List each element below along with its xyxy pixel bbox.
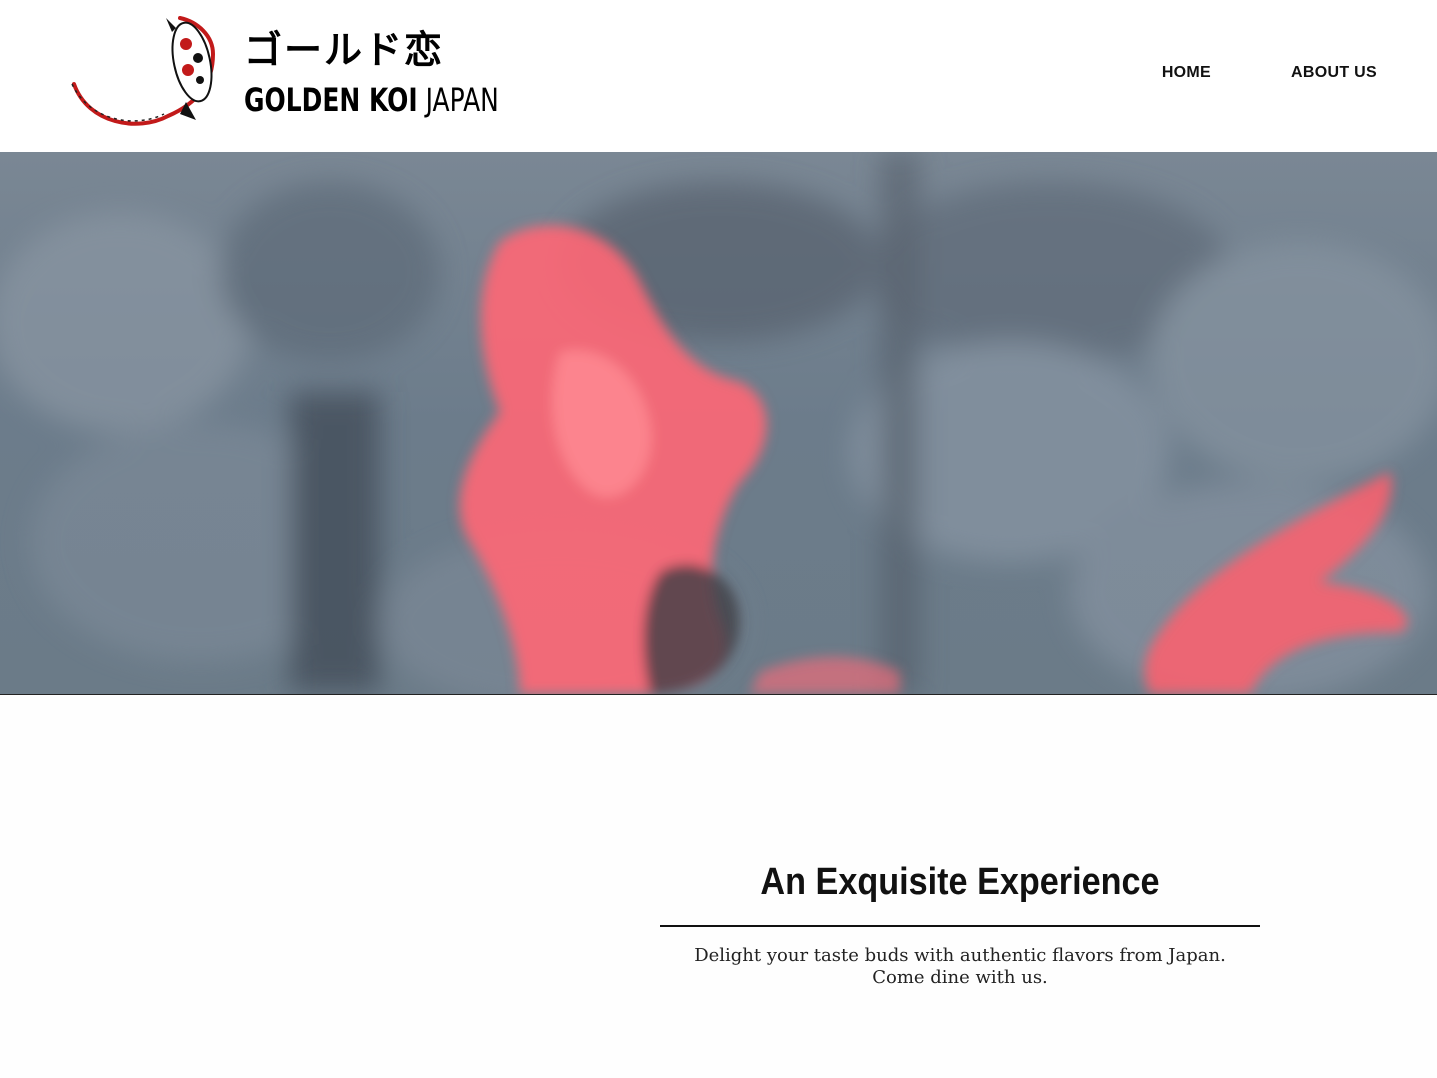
logo[interactable]: ゴールド恋 GOLDEN KOI JAPAN [68, 14, 499, 136]
page-headline: An Exquisite Experience [760, 861, 1160, 903]
site-header: ゴールド恋 GOLDEN KOI JAPAN HOME ABOUT US [0, 0, 1437, 152]
intro-section: An Exquisite Experience Delight your tas… [660, 855, 1260, 989]
koi-pond-image [0, 152, 1437, 694]
logo-brand-bold: GOLDEN KOI [244, 81, 418, 119]
logo-brand-text: GOLDEN KOI JAPAN [244, 80, 499, 120]
divider [660, 925, 1260, 927]
nav-about-us-link[interactable]: ABOUT US [1291, 64, 1377, 82]
main-nav: HOME ABOUT US [1162, 64, 1377, 82]
logo-brand-light: JAPAN [425, 81, 499, 119]
tagline: Delight your taste buds with authentic f… [694, 945, 1226, 988]
koi-fish-icon [71, 16, 216, 126]
logo-japanese-text: ゴールド恋 [244, 28, 445, 72]
nav-home-link[interactable]: HOME [1162, 64, 1211, 82]
hero-image [0, 152, 1437, 695]
